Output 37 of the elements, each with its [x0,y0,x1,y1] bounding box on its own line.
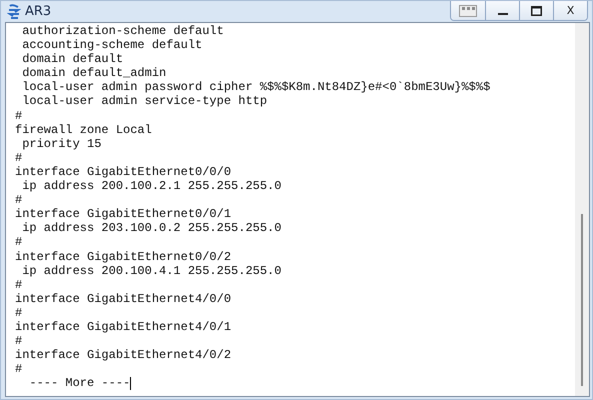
text-cursor [130,376,132,390]
terminal-line: # [15,362,22,376]
terminal-line: ip address 200.100.4.1 255.255.255.0 [21,264,282,278]
minimize-icon [498,13,508,15]
scrollbar[interactable] [575,23,589,396]
terminal-line: # [15,193,22,208]
scrollbar-thumb[interactable] [581,214,583,386]
more-prompt: ---- More ---- [28,376,130,390]
window-icon [459,4,477,16]
terminal-line: ip address 200.100.2.1 255.255.255.0 [22,179,282,194]
terminal-line: interface GigabitEthernet0/0/0 [15,164,232,180]
minimize-button[interactable] [485,1,519,20]
window-title: AR3 [25,4,52,19]
maximize-button[interactable] [519,1,553,20]
terminal-line: # [15,278,22,292]
terminal-line: domain default_admin [21,66,166,80]
terminal-line: interface GigabitEthernet4/0/1 [15,320,232,334]
terminal-line: local-user admin password cipher %$%$K8m.Nt84DZ}e#<0`8bmE3Uw}%$%$ [21,80,490,94]
terminal-line: authorization-scheme default [21,24,224,38]
terminal-line: domain default [21,52,124,66]
terminal-line: priority 15 [21,136,102,151]
close-button[interactable]: X [553,1,587,20]
terminal-line: # [15,150,22,165]
terminal-line: # [15,306,22,320]
terminal-line: firewall zone Local [15,122,152,137]
terminal-line: accounting-scheme default [21,38,202,52]
terminal-line: # [15,334,22,348]
maximize-icon [531,6,542,16]
terminal-line: interface GigabitEthernet0/0/1 [15,207,232,222]
terminal-line: interface GigabitEthernet4/0/0 [15,292,232,306]
terminal-line: ip address 203.100.0.2 255.255.255.0 [22,221,282,236]
terminal-line: interface GigabitEthernet0/0/2 [15,250,232,264]
router-icon [7,4,21,20]
terminal-line: interface GigabitEthernet4/0/2 [15,348,232,362]
terminal-line: # [15,108,22,123]
terminal-line: local-user admin service-type http [21,94,268,109]
terminal-line: # [15,235,22,250]
